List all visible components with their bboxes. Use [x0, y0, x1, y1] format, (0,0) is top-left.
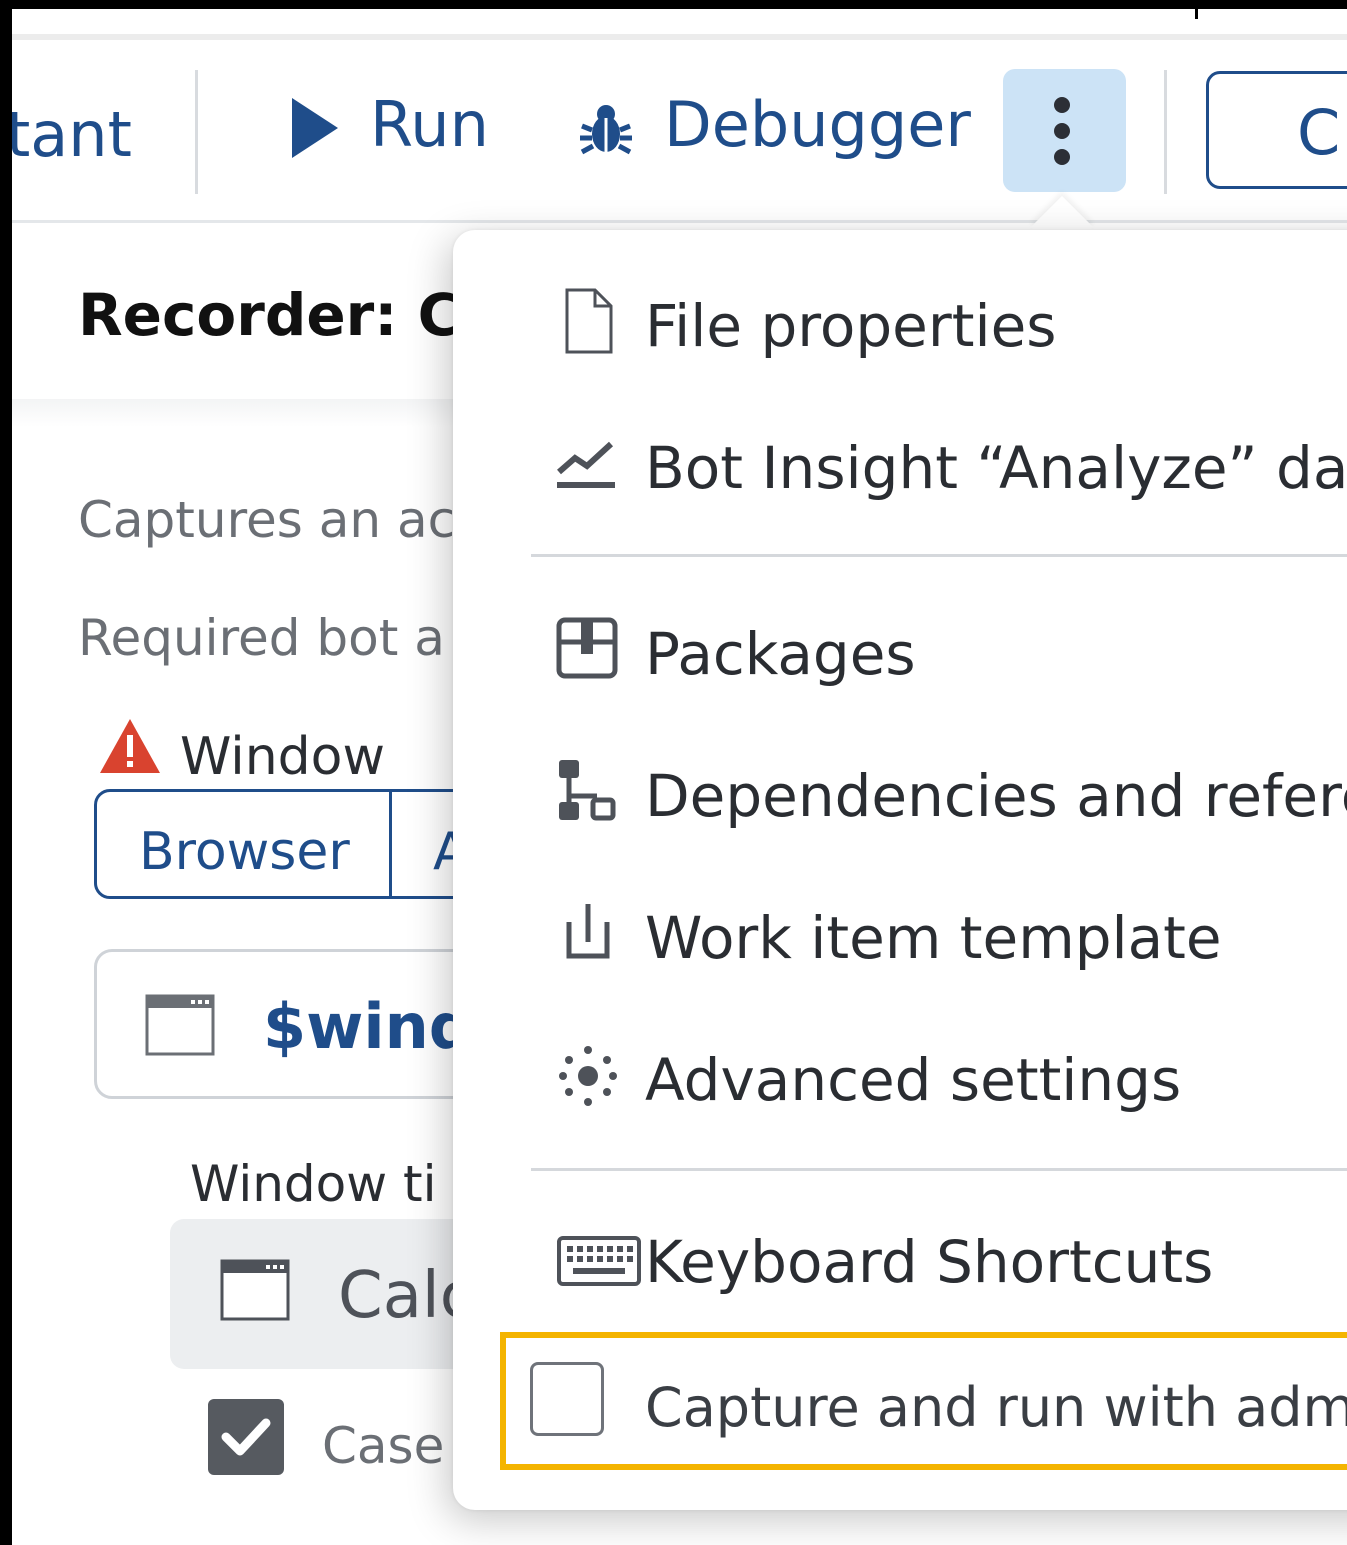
debugger-label: Debugger [664, 88, 971, 161]
menu-divider [531, 1168, 1347, 1171]
toolbar-separator [195, 70, 198, 194]
window-type-segmented: Browser A [94, 789, 514, 899]
menu-item-keyboard-shortcuts[interactable]: Keyboard Shortcuts [453, 1200, 1347, 1320]
toolbar-separator-right [1164, 70, 1167, 194]
menu-item-file-properties[interactable]: File properties [453, 264, 1347, 384]
menu-item-label: Keyboard Shortcuts [645, 1228, 1214, 1296]
top-strip [12, 9, 1347, 40]
play-icon [292, 98, 338, 158]
menu-item-label: Packages [645, 620, 916, 688]
tab-browser[interactable]: Browser [139, 822, 350, 882]
title-divider [12, 399, 512, 427]
outline-button-label: C [1297, 96, 1341, 169]
window-variable-value: $wind [263, 990, 474, 1063]
page-title: Recorder: Ca [78, 281, 500, 349]
window-icon [220, 1259, 290, 1321]
app-window: tant Run Debugger C Recorder: Ca Capture… [0, 0, 1347, 1545]
bug-icon [580, 105, 632, 155]
menu-item-packages[interactable]: Packages [453, 592, 1347, 712]
keyboard-icon [557, 1236, 641, 1286]
file-icon [565, 288, 613, 354]
toolbar-outline-button[interactable]: C [1206, 71, 1347, 189]
window-variable-field[interactable]: $wind [94, 949, 514, 1099]
run-label: Run [370, 88, 489, 161]
toolbar: tant Run Debugger C [12, 40, 1347, 223]
menu-item-label: Work item template [645, 904, 1222, 972]
menu-item-work-item-template[interactable]: Work item template [453, 876, 1347, 996]
menu-item-advanced-settings[interactable]: Advanced settings [453, 1018, 1347, 1138]
menu-item-label: Bot Insight “Analyze” dash [645, 434, 1347, 502]
menu-item-label: Advanced settings [645, 1046, 1182, 1114]
window-edge-tick [1195, 9, 1198, 19]
more-options-button[interactable] [1003, 69, 1126, 192]
menu-divider [531, 554, 1347, 557]
case-sensitive-checkbox[interactable] [208, 1399, 284, 1475]
required-note: Required bot a [78, 609, 445, 667]
menu-item-label: File properties [645, 292, 1057, 360]
action-description: Captures an ac [78, 491, 456, 549]
window-icon [145, 994, 215, 1056]
work-item-icon [566, 904, 610, 959]
settings-dots-icon [559, 1046, 617, 1106]
window-label: Window [180, 727, 386, 787]
chart-icon [557, 441, 615, 488]
admin-capture-checkbox[interactable] [530, 1362, 604, 1436]
assistant-button-partial[interactable]: tant [12, 104, 132, 166]
dependencies-icon [559, 760, 616, 821]
debugger-button[interactable]: Debugger [572, 80, 972, 180]
warning-icon [100, 719, 160, 773]
package-icon [556, 617, 618, 679]
run-button[interactable]: Run [282, 80, 502, 180]
menu-item-bot-insight[interactable]: Bot Insight “Analyze” dash [453, 406, 1347, 526]
segment-divider [389, 792, 392, 896]
menu-item-dependencies[interactable]: Dependencies and refere [453, 734, 1347, 854]
check-icon [221, 1418, 271, 1456]
more-options-menu: File properties Bot Insight “Analyze” da… [453, 230, 1347, 1510]
case-sensitive-label: Case [322, 1417, 445, 1475]
admin-capture-label: Capture and run with admi [645, 1376, 1347, 1439]
window-title-label: Window ti [190, 1155, 437, 1213]
menu-item-label: Dependencies and refere [645, 762, 1347, 830]
